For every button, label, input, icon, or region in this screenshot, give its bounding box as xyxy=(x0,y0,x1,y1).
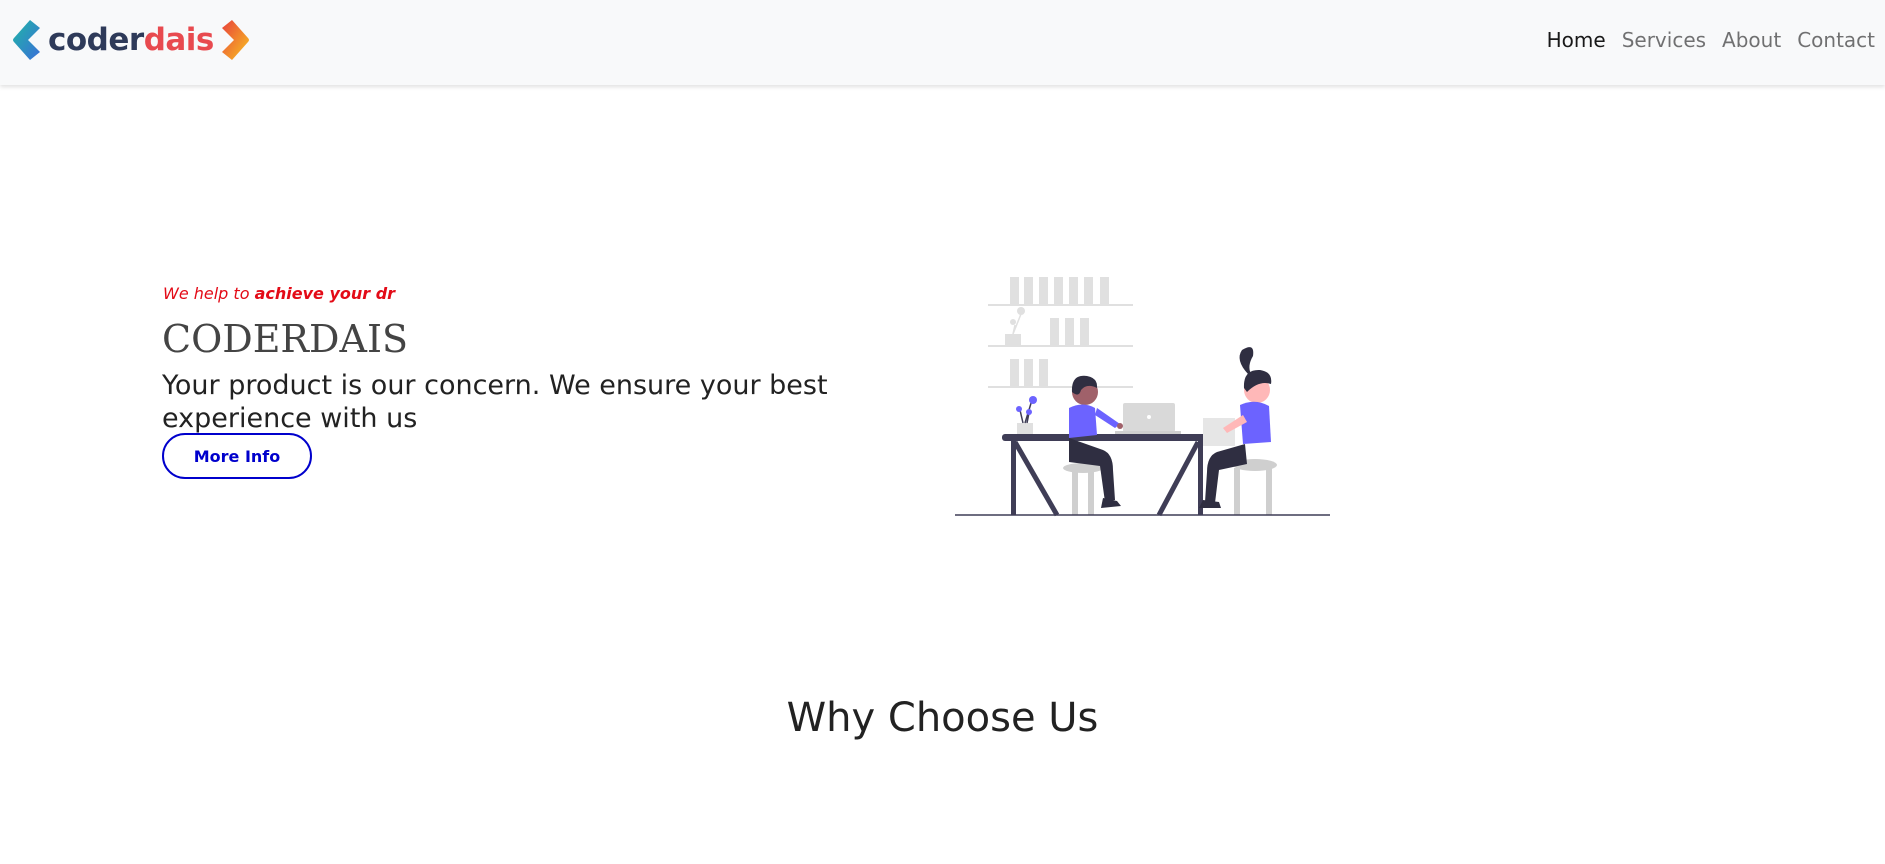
nav-link-home[interactable]: Home xyxy=(1547,28,1606,52)
hero-tagline: We help to achieve your dr xyxy=(163,284,395,303)
nav-link-services[interactable]: Services xyxy=(1622,28,1706,52)
shelves xyxy=(988,277,1133,388)
brand-logo[interactable]: coderdais xyxy=(10,18,252,62)
left-chevron-logo-icon xyxy=(13,20,40,60)
plant xyxy=(1016,396,1037,434)
team-meeting-illustration xyxy=(955,277,1330,517)
brand-name-part1: coder xyxy=(48,22,144,58)
stools xyxy=(1063,459,1277,515)
navbar: coderdais Home Services About Contact xyxy=(0,0,1885,85)
hero-description: Your product is our concern. We ensure y… xyxy=(162,370,828,434)
hero-title: CODERDAIS xyxy=(162,317,408,361)
more-info-button[interactable]: More Info xyxy=(162,433,312,479)
hero-tagline-emphasis: achieve your dr xyxy=(254,284,396,303)
nav-link-contact[interactable]: Contact xyxy=(1797,28,1875,52)
laptop xyxy=(1115,403,1181,434)
nav-menu: Home Services About Contact xyxy=(1531,0,1875,80)
why-choose-us-heading: Why Choose Us xyxy=(786,695,1099,741)
right-chevron-logo-icon xyxy=(221,20,249,60)
hero-tagline-prefix: We help to xyxy=(163,284,250,303)
nav-link-about[interactable]: About xyxy=(1722,28,1781,52)
brand-name-part2: dais xyxy=(143,22,215,58)
brand-name: coderdais xyxy=(48,18,214,62)
